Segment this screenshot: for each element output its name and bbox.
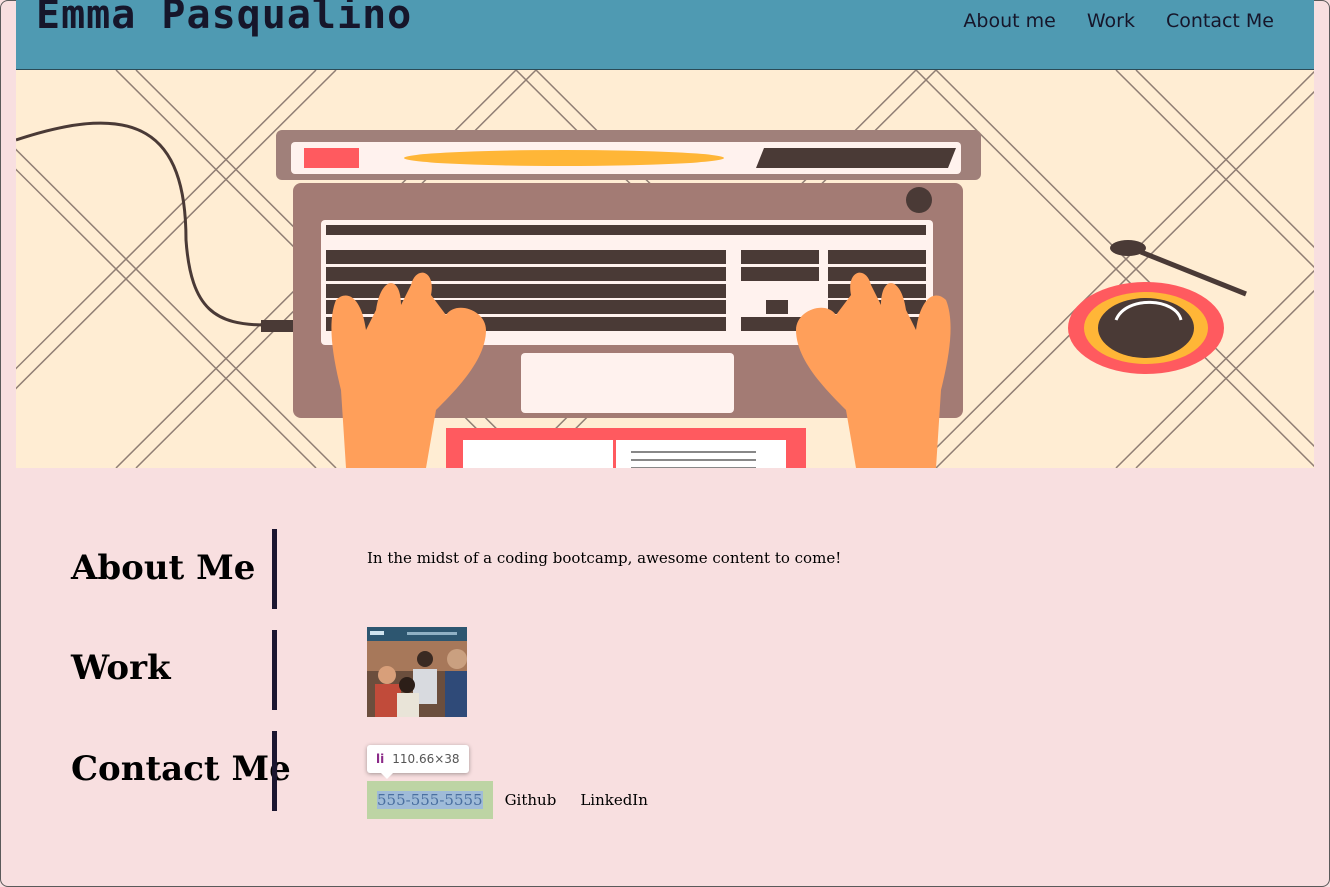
phone-number[interactable]: 555-555-5555	[377, 791, 483, 809]
contact-linkedin[interactable]: LinkedIn	[568, 781, 660, 819]
about-divider	[272, 529, 277, 609]
nav-contact[interactable]: Contact Me	[1166, 10, 1274, 32]
contact-github[interactable]: Github	[493, 781, 569, 819]
about-heading: About Me	[71, 548, 256, 588]
main-nav: About me Work Contact Me	[963, 10, 1274, 32]
about-text: In the midst of a coding bootcamp, aweso…	[367, 549, 842, 567]
contact-heading: Contact Me	[71, 749, 291, 789]
tooltip-size: 110.66×38	[392, 752, 460, 766]
inspector-tooltip: li 110.66×38	[367, 745, 469, 779]
nav-about[interactable]: About me	[963, 10, 1055, 32]
work-heading: Work	[71, 648, 171, 688]
work-thumbnail[interactable]	[367, 627, 467, 717]
work-divider	[272, 630, 277, 710]
contact-list: 555-555-5555 Github LinkedIn	[367, 781, 660, 819]
contact-divider	[272, 731, 277, 811]
tooltip-tag: li	[376, 752, 385, 766]
site-header: Emma Pasqualino About me Work Contact Me	[16, 0, 1314, 70]
nav-work[interactable]: Work	[1087, 10, 1135, 32]
site-title: Emma Pasqualino	[36, 0, 413, 38]
contact-phone[interactable]: 555-555-5555	[367, 781, 493, 819]
hero-image	[16, 70, 1314, 468]
